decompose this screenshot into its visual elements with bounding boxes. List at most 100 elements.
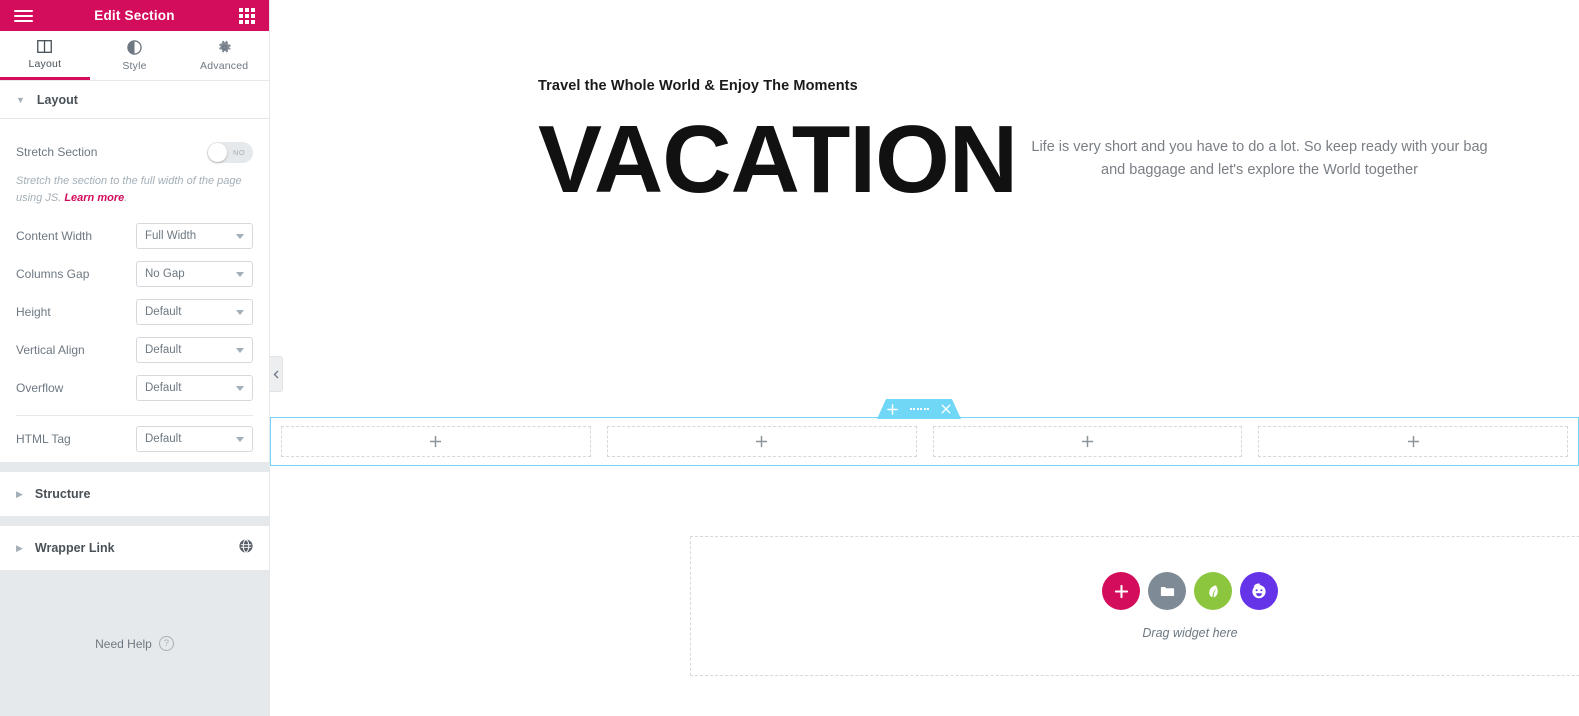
chevron-down-icon bbox=[236, 309, 244, 315]
accordion-structure-label: Structure bbox=[34, 487, 91, 502]
add-leaf-widget-button[interactable] bbox=[1194, 572, 1232, 610]
layout-controls: Stretch Section NO Stretch the section t… bbox=[0, 119, 269, 463]
plus-icon bbox=[1081, 435, 1093, 448]
stretch-description-text: Stretch the section to the full width of… bbox=[16, 175, 242, 205]
add-section-icon[interactable] bbox=[887, 404, 898, 415]
html-tag-value: Default bbox=[145, 433, 182, 446]
hero-left-column: Travel the Whole World & Enjoy The Momen… bbox=[270, 78, 1018, 213]
accordion-wrapper-link[interactable]: ▶ Wrapper Link bbox=[0, 526, 269, 571]
column-add-placeholder[interactable] bbox=[281, 426, 591, 457]
panel-tabs: Layout Style Advanced bbox=[0, 31, 269, 81]
columns-gap-select[interactable]: No Gap bbox=[136, 261, 253, 288]
stretch-section-toggle[interactable]: NO bbox=[207, 141, 253, 163]
column-add-placeholder[interactable] bbox=[932, 426, 1243, 457]
tab-style[interactable]: Style bbox=[90, 31, 180, 80]
selected-section bbox=[270, 417, 1579, 466]
chevron-down-icon bbox=[236, 233, 244, 239]
control-overflow: Overflow Default bbox=[16, 369, 253, 407]
section-separator bbox=[0, 516, 269, 527]
leaf-icon bbox=[1208, 584, 1218, 597]
add-widget-buttons bbox=[1102, 572, 1278, 610]
pro-globe-icon bbox=[239, 538, 253, 558]
close-section-icon[interactable] bbox=[941, 404, 951, 414]
happy-face-icon bbox=[1252, 583, 1266, 599]
need-help-label: Need Help bbox=[95, 636, 152, 651]
need-help-button[interactable]: Need Help ? bbox=[95, 636, 174, 652]
hero-kicker: Travel the Whole World & Enjoy The Momen… bbox=[538, 78, 858, 94]
plus-icon bbox=[430, 435, 442, 448]
section-columns-row bbox=[270, 417, 1579, 466]
plus-icon bbox=[1114, 584, 1128, 598]
section-separator bbox=[0, 462, 269, 473]
caret-down-icon: ▼ bbox=[16, 94, 25, 105]
hero-section: Travel the Whole World & Enjoy The Momen… bbox=[270, 0, 1579, 211]
overflow-select[interactable]: Default bbox=[136, 375, 253, 402]
overflow-label: Overflow bbox=[16, 381, 64, 396]
tab-layout[interactable]: Layout bbox=[0, 31, 90, 80]
caret-right-icon: ▶ bbox=[16, 488, 23, 499]
toggle-state-label: NO bbox=[233, 147, 246, 157]
gear-icon bbox=[217, 40, 232, 56]
apps-grid-icon[interactable] bbox=[239, 7, 255, 24]
accordion-wrapper-link-label: Wrapper Link bbox=[34, 541, 115, 556]
content-width-label: Content Width bbox=[16, 229, 93, 244]
drag-dots-icon[interactable] bbox=[910, 408, 930, 410]
hero-title: VACATION bbox=[538, 106, 1018, 213]
question-mark-icon: ? bbox=[158, 636, 174, 652]
tab-layout-label: Layout bbox=[28, 58, 62, 70]
hero-right-column: Life is very short and you have to do a … bbox=[976, 78, 1579, 211]
height-value: Default bbox=[145, 306, 182, 319]
learn-more-link[interactable]: Learn more bbox=[64, 192, 124, 204]
panel-collapse-toggle[interactable] bbox=[270, 356, 283, 392]
layout-section-header[interactable]: ▼ Layout bbox=[0, 81, 269, 119]
contrast-circle-icon bbox=[127, 40, 142, 56]
control-html-tag: HTML Tag Default bbox=[16, 420, 253, 458]
chevron-down-icon bbox=[236, 385, 244, 391]
stretch-section-label: Stretch Section bbox=[16, 145, 98, 159]
height-label: Height bbox=[16, 305, 51, 320]
plus-icon bbox=[1407, 435, 1419, 448]
height-select[interactable]: Default bbox=[136, 299, 253, 326]
columns-icon bbox=[37, 38, 53, 54]
vertical-align-value: Default bbox=[145, 344, 182, 357]
section-separator bbox=[0, 570, 269, 581]
column-add-placeholder[interactable] bbox=[1258, 426, 1568, 457]
columns-gap-label: Columns Gap bbox=[16, 267, 90, 282]
panel-header: Edit Section bbox=[0, 0, 269, 31]
columns-gap-value: No Gap bbox=[145, 268, 185, 281]
widget-drop-area[interactable]: Drag widget here bbox=[690, 536, 1579, 676]
accordion-structure[interactable]: ▶ Structure bbox=[0, 472, 269, 517]
control-stretch-section: Stretch Section NO bbox=[16, 133, 253, 171]
layout-section-title: Layout bbox=[36, 92, 78, 107]
hamburger-menu-icon[interactable] bbox=[14, 9, 33, 22]
control-columns-gap: Columns Gap No Gap bbox=[16, 255, 253, 293]
vertical-align-select[interactable]: Default bbox=[136, 337, 253, 364]
control-vertical-align: Vertical Align Default bbox=[16, 331, 253, 369]
add-template-button[interactable] bbox=[1148, 572, 1186, 610]
chevron-left-icon bbox=[273, 370, 279, 378]
control-content-width: Content Width Full Width bbox=[16, 217, 253, 255]
chevron-down-icon bbox=[236, 347, 244, 353]
add-happy-widget-button[interactable] bbox=[1240, 572, 1278, 610]
control-divider bbox=[16, 415, 253, 417]
preview-canvas: Travel the Whole World & Enjoy The Momen… bbox=[270, 0, 1579, 716]
toggle-knob bbox=[208, 142, 227, 162]
caret-right-icon: ▶ bbox=[16, 542, 23, 553]
panel-title: Edit Section bbox=[94, 8, 175, 23]
panel-footer: Need Help ? bbox=[0, 580, 269, 716]
content-width-select[interactable]: Full Width bbox=[136, 223, 253, 250]
html-tag-select[interactable]: Default bbox=[136, 426, 253, 453]
vertical-align-label: Vertical Align bbox=[16, 343, 85, 358]
chevron-down-icon bbox=[236, 436, 244, 442]
hero-paragraph: Life is very short and you have to do a … bbox=[1031, 139, 1488, 179]
folder-icon bbox=[1160, 586, 1174, 596]
editor-panel: Edit Section Layout Style Advanced ▼ Lay… bbox=[0, 0, 270, 716]
section-handle-toolbar bbox=[877, 399, 961, 419]
tab-advanced[interactable]: Advanced bbox=[179, 31, 269, 80]
tab-advanced-label: Advanced bbox=[200, 59, 249, 72]
stretch-section-description: Stretch the section to the full width of… bbox=[16, 173, 253, 207]
content-width-value: Full Width bbox=[145, 230, 197, 243]
control-height: Height Default bbox=[16, 293, 253, 331]
column-add-placeholder[interactable] bbox=[606, 426, 917, 457]
add-new-section-button[interactable] bbox=[1102, 572, 1140, 610]
